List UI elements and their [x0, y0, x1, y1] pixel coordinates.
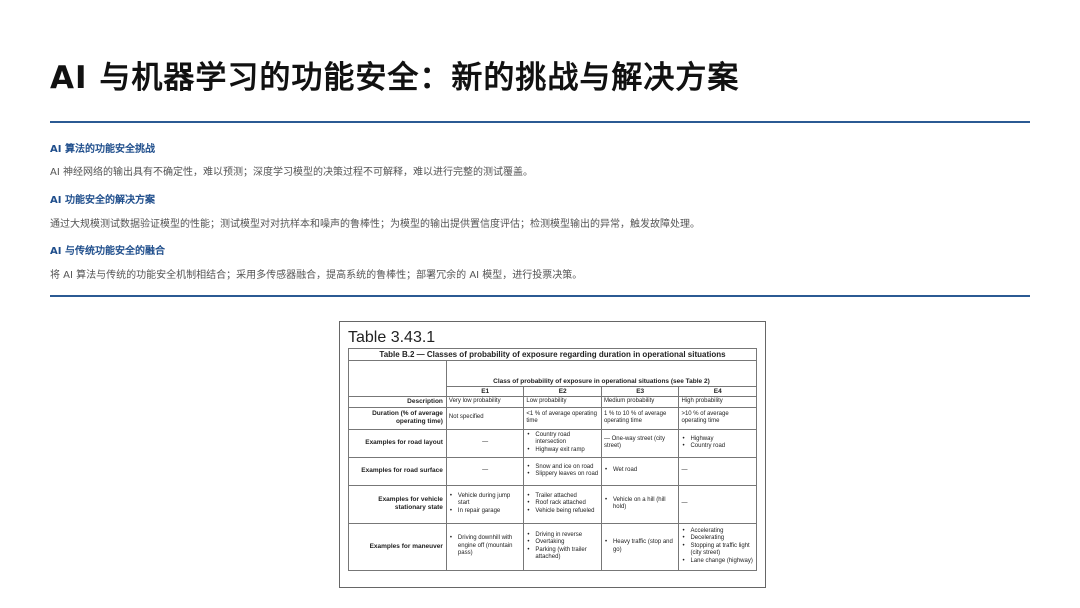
- column-header-e4: E4: [678, 386, 757, 397]
- list-item: Driving downhill with engine off (mounta…: [449, 535, 522, 558]
- table-cell: Wet road: [600, 456, 680, 486]
- list-item: Vehicle during jump start: [449, 493, 522, 508]
- row-header-duration: Duration (% of average operating time): [348, 406, 447, 430]
- table-cell: Very low probability: [445, 396, 525, 408]
- table-cell: Trailer attached Roof rack attached Vehi…: [523, 484, 602, 524]
- list-item: Country road intersection: [526, 432, 599, 447]
- table-cell: Accelerating Decelerating Stopping at tr…: [678, 522, 757, 571]
- row-header-road-layout: Examples for road layout: [348, 428, 447, 458]
- bottom-divider: [50, 295, 1030, 297]
- table-cell: — One-way street (city street): [600, 428, 680, 458]
- slide-title: AI 与机器学习的功能安全：新的挑战与解决方案: [50, 60, 740, 96]
- section-body-challenges: AI 神经网络的输出具有不确定性，难以预测；深度学习模型的决策过程不可解释，难以…: [50, 167, 533, 178]
- table-cell: Vehicle on a hill (hill hold): [600, 484, 680, 524]
- list-item: In repair garage: [449, 508, 522, 516]
- exposure-table: Table B.2 — Classes of probability of ex…: [348, 348, 758, 571]
- section-body-integration: 将 AI 算法与传统的功能安全机制相结合；采用多传感器融合，提高系统的鲁棒性；部…: [50, 270, 583, 281]
- list-item: Parking (with trailer attached): [526, 547, 599, 562]
- list-item: Wet road: [604, 467, 677, 475]
- list-item: Driving in reverse: [526, 532, 599, 540]
- table-spacer: [445, 360, 758, 373]
- row-header-vehicle-state: Examples for vehicle stationary state: [348, 484, 447, 524]
- list-item: Stopping at traffic light (city street): [681, 543, 754, 558]
- section-body-solutions: 通过大规模测试数据验证模型的性能；测试模型对对抗样本和噪声的鲁棒性；为模型的输出…: [50, 219, 700, 230]
- table-cell: —: [445, 456, 525, 486]
- table-cell: Driving in reverse Overtaking Parking (w…: [523, 522, 602, 571]
- table-cell: Highway Country road: [678, 428, 757, 458]
- table-cell: Medium probability: [600, 396, 680, 408]
- table-cell: —: [678, 484, 757, 524]
- table-figure: Table 3.43.1 Table B.2 — Classes of prob…: [339, 321, 766, 588]
- list-item: Snow and ice on road: [526, 464, 599, 472]
- table-cell: Not specified: [445, 406, 525, 430]
- corner-cell: [348, 360, 447, 397]
- list-item: Accelerating: [681, 528, 754, 536]
- row-header-road-surface: Examples for road surface: [348, 456, 447, 486]
- table-cell: <1 % of average operating time: [523, 406, 602, 430]
- figure-caption: Table 3.43.1: [348, 329, 436, 346]
- list-item: Decelerating: [681, 535, 754, 543]
- table-cell: Country road intersection Highway exit r…: [523, 428, 602, 458]
- table-cell: Vehicle during jump start In repair gara…: [445, 484, 525, 524]
- table-cell: High probability: [678, 396, 757, 408]
- table-title: Table B.2 — Classes of probability of ex…: [348, 348, 757, 361]
- list-item: Trailer attached: [526, 493, 599, 501]
- section-heading-integration: AI 与传统功能安全的融合: [50, 246, 165, 257]
- table-cell: Low probability: [523, 396, 602, 408]
- column-header-e3: E3: [600, 386, 680, 397]
- row-header-description: Description: [348, 396, 447, 408]
- list-item: Highway: [681, 436, 754, 444]
- list-item: Overtaking: [526, 539, 599, 547]
- table-cell: Heavy traffic (stop and go): [600, 522, 680, 571]
- list-item: Roof rack attached: [526, 500, 599, 508]
- table-cell: Snow and ice on road Slippery leaves on …: [523, 456, 602, 486]
- group-header: Class of probability of exposure in oper…: [445, 372, 758, 387]
- top-divider: [50, 121, 1030, 123]
- column-header-e1: E1: [445, 386, 525, 397]
- table-cell: >10 % of average operating time: [678, 406, 757, 430]
- list-item: Slippery leaves on road: [526, 471, 599, 479]
- table-cell: 1 % to 10 % of average operating time: [600, 406, 680, 430]
- column-header-e2: E2: [523, 386, 602, 397]
- table-cell: —: [445, 428, 525, 458]
- list-item: Heavy traffic (stop and go): [604, 539, 677, 554]
- section-heading-solutions: AI 功能安全的解决方案: [50, 195, 155, 206]
- list-item: Vehicle on a hill (hill hold): [604, 497, 677, 512]
- list-item: Lane change (highway): [681, 558, 754, 566]
- table-cell: —: [678, 456, 757, 486]
- table-cell: Driving downhill with engine off (mounta…: [445, 522, 525, 571]
- list-item: Country road: [681, 443, 754, 451]
- section-heading-challenges: AI 算法的功能安全挑战: [50, 144, 155, 155]
- list-item: Highway exit ramp: [526, 447, 599, 455]
- list-item: Vehicle being refueled: [526, 508, 599, 516]
- row-header-maneuver: Examples for maneuver: [348, 522, 447, 571]
